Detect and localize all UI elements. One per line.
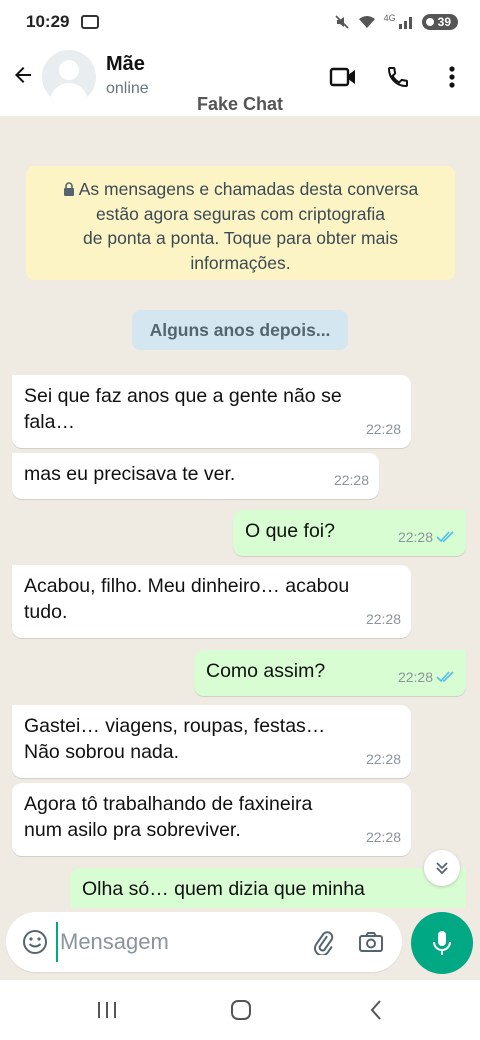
recent-apps-icon bbox=[98, 1002, 116, 1018]
paperclip-icon bbox=[314, 931, 334, 955]
message-bubble-outgoing[interactable]: Como assim? 22:28 bbox=[194, 650, 466, 696]
message-bubble-incoming[interactable]: Agora tô trabalhando de faxineira num as… bbox=[12, 783, 411, 856]
message-bubble-incoming[interactable]: Sei que faz anos que a gente não se fala… bbox=[12, 375, 411, 448]
encryption-notice[interactable]: As mensagens e chamadas desta conversa e… bbox=[26, 166, 455, 280]
voice-call-button[interactable] bbox=[383, 62, 413, 92]
status-icons: 4G 39 bbox=[334, 13, 458, 30]
contact-name[interactable]: Mãe bbox=[106, 53, 145, 76]
message-text-line: Agora tô trabalhando de faxineira bbox=[24, 793, 313, 815]
message-text-line: Não sobrou nada. bbox=[24, 741, 180, 763]
message-meta: 22:28 bbox=[366, 416, 401, 442]
message-text-line: tudo. bbox=[24, 601, 68, 623]
chevron-double-down-icon bbox=[436, 862, 448, 875]
message-time: 22:28 bbox=[397, 529, 433, 545]
message-bubble-incoming[interactable]: mas eu precisava te ver. 22:28 bbox=[12, 453, 379, 499]
message-bubble-outgoing[interactable]: Olha só… quem dizia que minha bbox=[70, 868, 466, 908]
status-bar: 10:29 4G 39 bbox=[0, 0, 480, 44]
message-input[interactable] bbox=[56, 922, 286, 962]
home-icon bbox=[231, 1000, 251, 1020]
attach-button[interactable] bbox=[308, 927, 338, 957]
encryption-line-2: estão agora seguras com criptografia bbox=[96, 203, 385, 224]
back-button[interactable] bbox=[8, 60, 38, 90]
home-button[interactable] bbox=[226, 995, 256, 1025]
encryption-line-1: As mensagens e chamadas desta conversa bbox=[36, 177, 445, 202]
message-meta: 22:28 bbox=[398, 524, 456, 550]
more-options-button[interactable] bbox=[437, 62, 467, 92]
lock-icon bbox=[63, 182, 74, 196]
encryption-line-1-text: As mensagens e chamadas desta conversa bbox=[78, 179, 419, 199]
composer-bar bbox=[0, 908, 480, 980]
video-camera-icon bbox=[329, 67, 355, 87]
encryption-line-3: de ponta a ponta. Toque para obter mais bbox=[83, 228, 398, 248]
network-type-label: 4G bbox=[383, 13, 396, 23]
message-text-line: Acabou, filho. Meu dinheiro… acabou bbox=[24, 575, 350, 597]
message-time: 22:28 bbox=[333, 472, 369, 488]
microphone-icon bbox=[433, 931, 451, 955]
scroll-to-bottom-button[interactable] bbox=[424, 850, 460, 886]
emoji-button[interactable] bbox=[20, 927, 50, 957]
message-text-line: fala… bbox=[24, 411, 75, 433]
message-meta: 22:28 bbox=[398, 664, 456, 690]
camera-button[interactable] bbox=[356, 927, 386, 957]
avatar-head-shape bbox=[59, 60, 79, 80]
message-text-line: mas eu precisava te ver. bbox=[24, 463, 236, 485]
chevron-left-icon bbox=[370, 1000, 381, 1020]
message-text-line: Olha só… quem dizia que minha bbox=[82, 878, 365, 900]
screen-capture-icon bbox=[81, 15, 100, 29]
message-meta: 22:28 bbox=[366, 606, 401, 632]
message-meta: 22:28 bbox=[334, 467, 369, 493]
encryption-line-4: informações. bbox=[190, 252, 291, 273]
video-call-button[interactable] bbox=[328, 62, 358, 92]
message-time: 22:28 bbox=[397, 669, 433, 685]
recent-apps-button[interactable] bbox=[92, 995, 122, 1025]
message-meta: 22:28 bbox=[366, 824, 401, 850]
emoji-icon bbox=[23, 930, 47, 954]
wifi-icon bbox=[358, 16, 375, 28]
double-check-icon bbox=[436, 671, 454, 683]
date-chip: Alguns anos depois... bbox=[132, 310, 348, 350]
status-time: 10:29 bbox=[26, 12, 70, 31]
message-text-line: num asilo pra sobreviver. bbox=[24, 819, 241, 841]
double-check-icon bbox=[436, 531, 454, 543]
chat-area[interactable]: As mensagens e chamadas desta conversa e… bbox=[0, 116, 480, 908]
message-input-box bbox=[6, 912, 402, 972]
back-nav-button[interactable] bbox=[361, 995, 391, 1025]
message-time: 22:28 bbox=[365, 611, 401, 627]
message-time: 22:28 bbox=[365, 829, 401, 845]
camera-icon bbox=[359, 932, 383, 952]
battery-indicator: 39 bbox=[421, 14, 458, 30]
arrow-left-icon bbox=[15, 67, 31, 83]
message-bubble-incoming[interactable]: Acabou, filho. Meu dinheiro… acabou tudo… bbox=[12, 565, 411, 638]
message-meta: 22:28 bbox=[366, 746, 401, 772]
kebab-menu-icon bbox=[449, 66, 455, 88]
message-time: 22:28 bbox=[365, 751, 401, 767]
message-text-line: Gastei… viagens, roupas, festas… bbox=[24, 715, 326, 737]
chat-header: Mãe online Fake Chat bbox=[0, 44, 480, 116]
system-nav-bar bbox=[0, 980, 480, 1040]
signal-icon bbox=[398, 17, 412, 29]
message-bubble-outgoing[interactable]: O que foi? 22:28 bbox=[233, 510, 466, 556]
mute-icon bbox=[335, 15, 349, 29]
message-time: 22:28 bbox=[365, 421, 401, 437]
voice-message-button[interactable] bbox=[411, 912, 473, 974]
watermark-label: Fake Chat bbox=[196, 94, 284, 114]
phone-icon bbox=[387, 67, 408, 88]
message-text-line: Sei que faz anos que a gente não se bbox=[24, 385, 342, 407]
message-bubble-incoming[interactable]: Gastei… viagens, roupas, festas… Não sob… bbox=[12, 705, 411, 778]
